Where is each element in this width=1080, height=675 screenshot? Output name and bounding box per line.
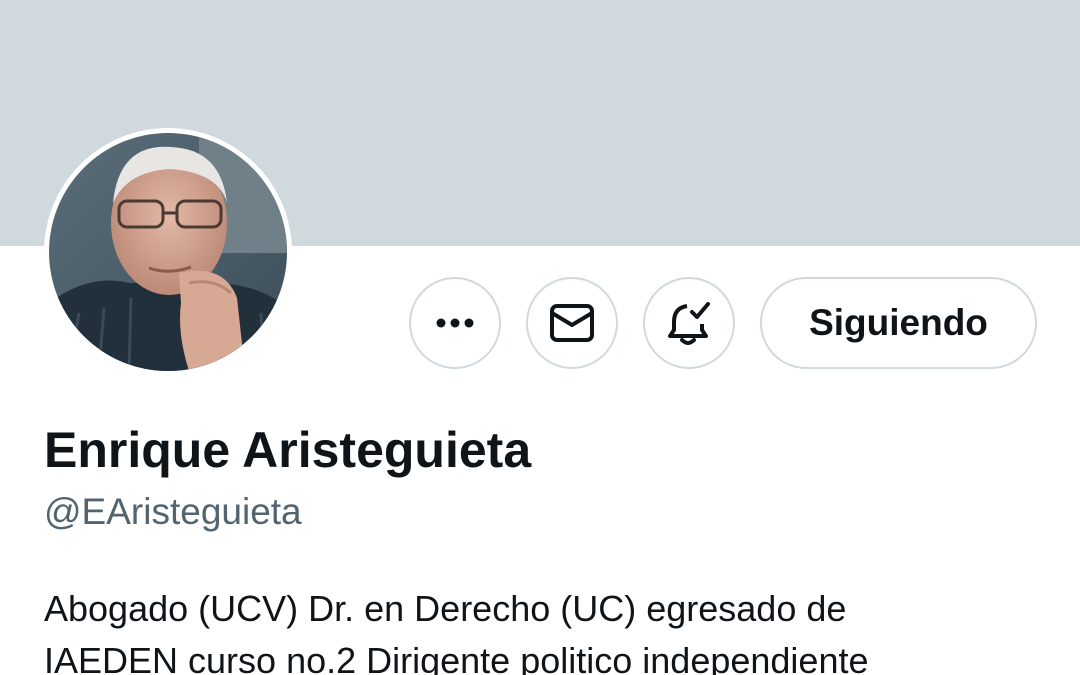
bell-check-icon [666, 300, 712, 346]
avatar-photo [49, 133, 287, 371]
profile-bio: Abogado (UCV) Dr. en Derecho (UC) egresa… [44, 583, 1044, 675]
bio-line: Abogado (UCV) Dr. en Derecho (UC) egresa… [44, 588, 847, 629]
profile-handle: @EAristeguieta [44, 491, 302, 532]
profile-display-name: Enrique Aristeguieta [44, 422, 532, 478]
message-button[interactable] [526, 277, 618, 369]
avatar[interactable] [44, 128, 292, 376]
notifications-button[interactable] [643, 277, 735, 369]
more-horizontal-icon [435, 317, 475, 329]
more-options-button[interactable] [409, 277, 501, 369]
envelope-icon [549, 303, 595, 343]
following-button[interactable]: Siguiendo [760, 277, 1037, 369]
profile-page: Siguiendo Enrique Aristeguieta @EAristeg… [0, 0, 1080, 675]
bio-line: IAEDEN curso no.2 Dirigente politico ind… [44, 640, 869, 675]
